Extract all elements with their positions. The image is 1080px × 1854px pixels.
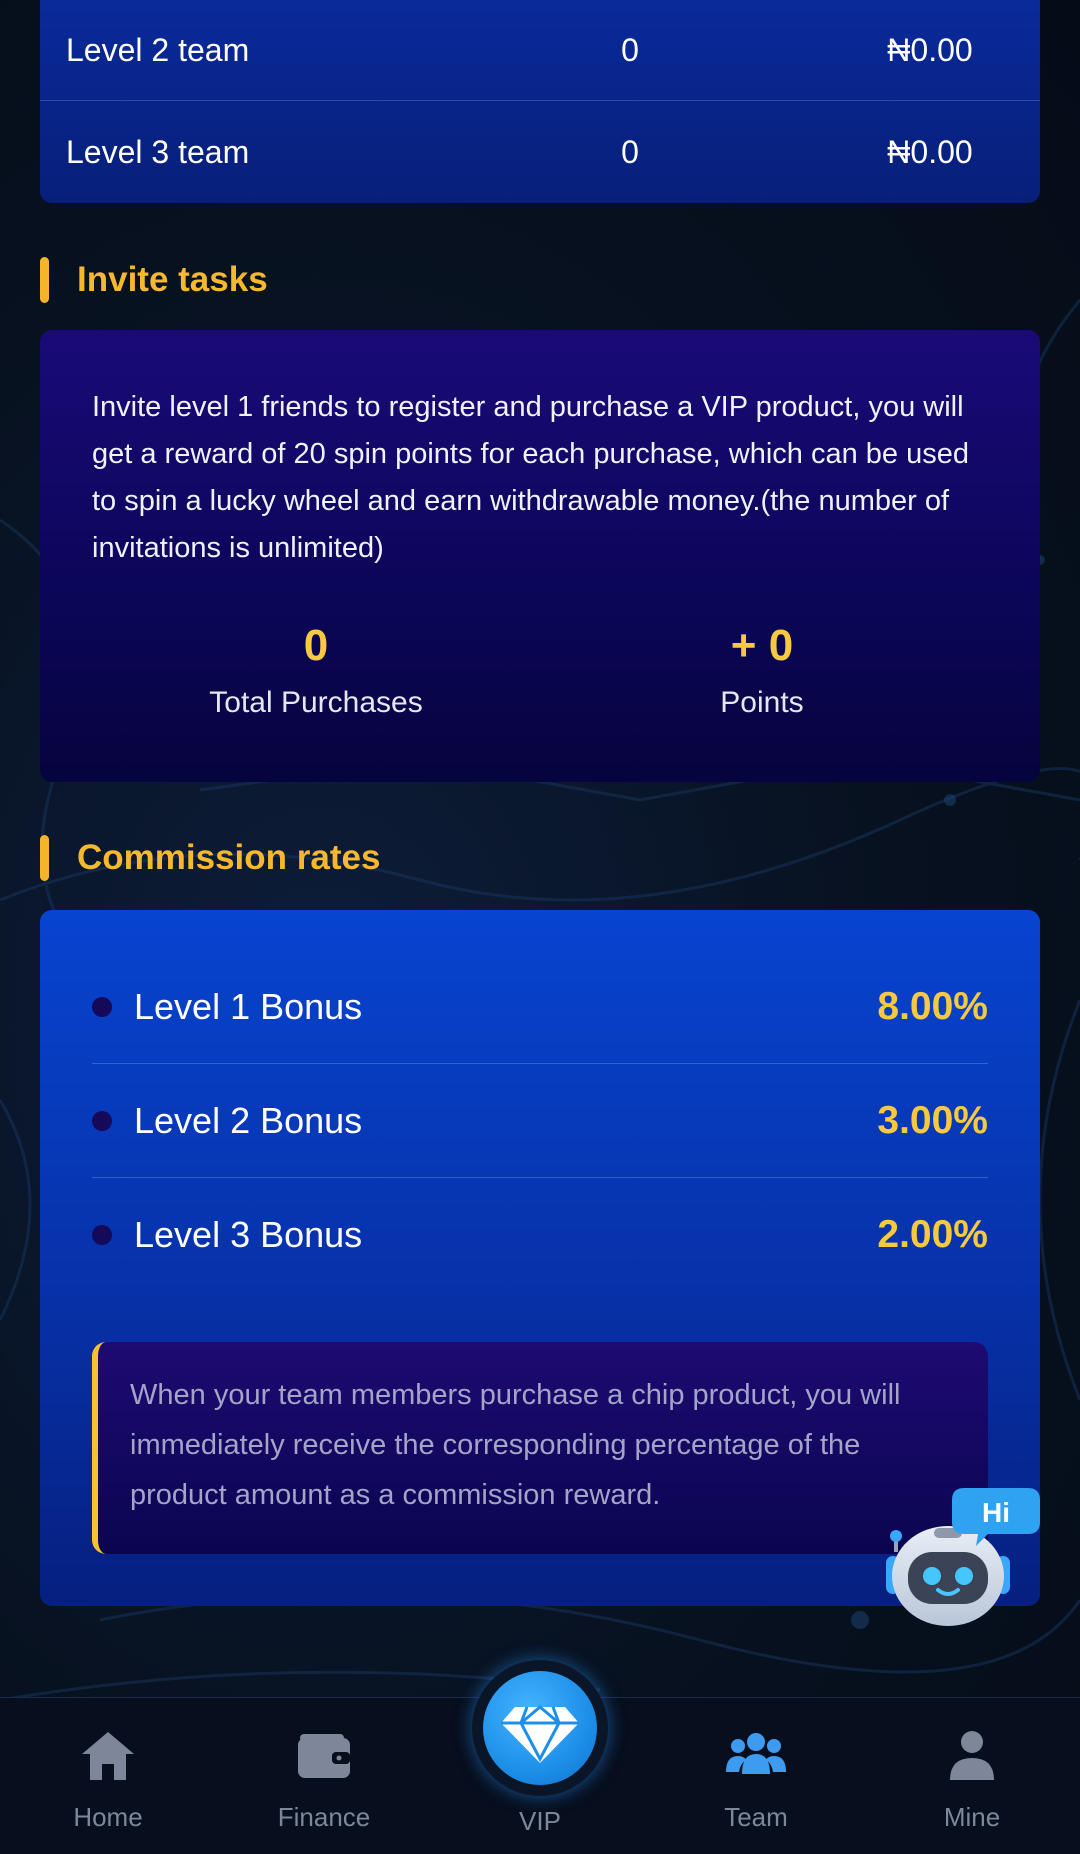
nav-label: Team — [724, 1802, 788, 1832]
bullet-dot-icon — [92, 1224, 112, 1245]
user-icon — [942, 1728, 1002, 1784]
team-level-name: Level 3 team — [66, 133, 250, 170]
nav-label: Finance — [277, 1802, 371, 1832]
chat-bot-button[interactable]: Hi — [878, 1480, 1048, 1630]
stat-label: Points — [720, 686, 804, 719]
stat-value: 0 — [303, 621, 329, 670]
nav-label-vip: VIP — [519, 1806, 561, 1836]
team-level-count: 0 — [621, 133, 639, 170]
nav-item-vip[interactable] — [472, 1660, 608, 1796]
home-icon — [78, 1728, 138, 1784]
bullet-dot-icon — [92, 1110, 112, 1131]
team-levels-table: Level 2 team 0 ₦0.00 Level 3 team 0 ₦0.0… — [40, 0, 1040, 203]
commission-rates-heading: Commission rates — [40, 835, 380, 881]
commission-rates-title: Commission rates — [77, 838, 381, 877]
nav-item-mine[interactable]: Mine — [892, 1698, 1052, 1854]
commission-rate-row: Level 2 Bonus 3.00% — [92, 1064, 988, 1178]
invite-tasks-heading: Invite tasks — [40, 257, 268, 303]
team-level-name: Level 2 team — [66, 31, 250, 68]
commission-note-text: When your team members purchase a chip p… — [130, 1379, 901, 1511]
stat-value: + 0 — [730, 621, 794, 670]
commission-note: When your team members purchase a chip p… — [92, 1342, 988, 1554]
team-level-amount: ₦0.00 — [887, 31, 973, 68]
team-level-amount: ₦0.00 — [887, 133, 973, 170]
wallet-icon — [294, 1728, 354, 1784]
nav-item-home[interactable]: Home — [28, 1698, 188, 1854]
team-level-row: Level 2 team 0 ₦0.00 — [40, 0, 1040, 101]
bullet-dot-icon — [92, 996, 112, 1017]
nav-label: Home — [73, 1802, 143, 1832]
invite-tasks-title: Invite tasks — [77, 260, 268, 299]
rate-label: Level 2 Bonus — [134, 1099, 363, 1141]
points-stat: + 0 Points — [572, 620, 952, 720]
nav-label: Mine — [943, 1802, 1001, 1832]
rate-label: Level 3 Bonus — [134, 1213, 363, 1255]
rate-value: 8.00% — [877, 984, 988, 1028]
section-accent-bar — [40, 835, 49, 881]
total-purchases-stat: 0 Total Purchases — [126, 620, 506, 720]
rate-label: Level 1 Bonus — [134, 985, 363, 1027]
commission-rate-row: Level 3 Bonus 2.00% — [92, 1178, 988, 1291]
commission-rate-row: Level 1 Bonus 8.00% — [92, 950, 988, 1064]
chat-bubble-text: Hi — [982, 1497, 1010, 1528]
team-level-count: 0 — [621, 31, 639, 68]
invite-tasks-description: Invite level 1 friends to register and p… — [92, 391, 969, 564]
invite-tasks-card: Invite level 1 friends to register and p… — [40, 330, 1040, 782]
robot-chat-icon: Hi — [886, 1488, 1040, 1626]
rate-value: 3.00% — [877, 1098, 988, 1142]
section-accent-bar — [40, 257, 49, 303]
rate-value: 2.00% — [877, 1212, 988, 1256]
team-icon — [726, 1728, 786, 1784]
stat-label: Total Purchases — [209, 686, 423, 719]
diamond-icon — [483, 1671, 597, 1785]
nav-item-team[interactable]: Team — [676, 1698, 836, 1854]
team-level-row: Level 3 team 0 ₦0.00 — [40, 101, 1040, 203]
nav-item-finance[interactable]: Finance — [244, 1698, 404, 1854]
